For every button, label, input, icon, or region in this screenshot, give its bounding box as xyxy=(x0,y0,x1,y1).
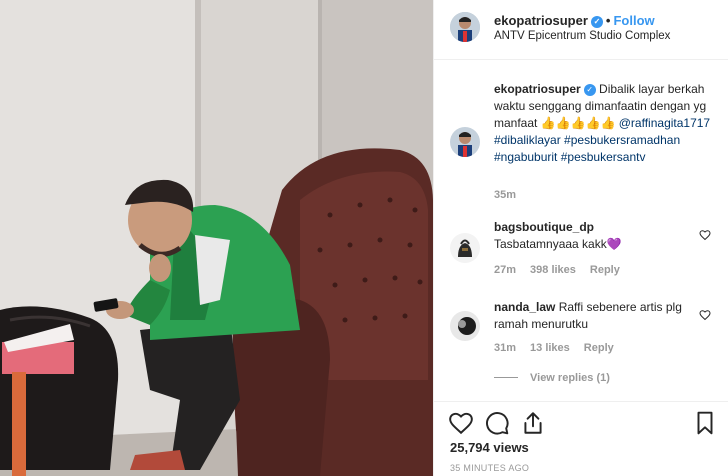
comment-username[interactable]: nanda_law xyxy=(494,300,555,314)
post-header: ekopatriosuper ✓ • Follow ANTV Epicentrum S… xyxy=(434,0,728,60)
comment-likes[interactable]: 13 likes xyxy=(530,342,570,354)
mention-link[interactable]: @raffinagita1717 xyxy=(619,116,710,130)
post-timestamp[interactable]: 35 MINUTES AGO xyxy=(450,463,529,473)
comment-avatar-image xyxy=(450,233,480,263)
heart-icon[interactable] xyxy=(699,309,711,321)
comment-time[interactable]: 31m xyxy=(494,342,516,354)
video-frame xyxy=(0,0,433,476)
heart-icon[interactable] xyxy=(699,229,711,241)
avatar-image xyxy=(450,12,480,42)
views-count[interactable]: 25,794 views xyxy=(450,440,529,455)
verified-icon: ✓ xyxy=(583,84,596,96)
view-replies-label[interactable]: View replies (1) xyxy=(530,372,610,384)
comment-icon[interactable] xyxy=(484,410,510,436)
view-replies-button[interactable]: View replies (1) xyxy=(494,372,610,384)
caption-avatar[interactable] xyxy=(450,127,480,157)
follow-button[interactable]: Follow xyxy=(613,13,654,28)
share-icon[interactable] xyxy=(520,410,546,436)
reply-button[interactable]: Reply xyxy=(590,264,620,276)
comment-avatar-image xyxy=(450,311,480,341)
action-bar: 25,794 views 35 MINUTES AGO xyxy=(434,401,728,476)
comment-avatar[interactable] xyxy=(450,233,480,263)
video-player[interactable] xyxy=(0,0,433,476)
caption-avatar-image xyxy=(450,127,480,157)
comment-likes[interactable]: 398 likes xyxy=(530,264,576,276)
comment-meta: 27m 398 likes Reply xyxy=(494,264,634,276)
replies-divider xyxy=(494,377,518,378)
caption-meta: 35m xyxy=(494,189,530,201)
separator-dot: • xyxy=(605,13,611,28)
comment-avatar[interactable] xyxy=(450,311,480,341)
heart-icon[interactable] xyxy=(448,410,474,436)
verified-icon: ✓ xyxy=(590,16,603,28)
caption: ekopatriosuper ✓ Dibalik layar berkah wak… xyxy=(494,81,714,166)
comment-text: Tasbatamnyaaa kakk💜 xyxy=(494,237,622,251)
post-username[interactable]: ekopatriosuper xyxy=(494,13,588,28)
avatar[interactable] xyxy=(450,12,480,42)
reply-button[interactable]: Reply xyxy=(584,342,614,354)
comment: nanda_law Raffi sebenere artis plg ramah… xyxy=(494,299,714,333)
comments-list[interactable]: ekopatriosuper ✓ Dibalik layar berkah wak… xyxy=(434,61,728,401)
post-panel: ekopatriosuper ✓ • Follow ANTV Epicentrum S… xyxy=(433,0,728,476)
caption-time[interactable]: 35m xyxy=(494,189,516,201)
comment-meta: 31m 13 likes Reply xyxy=(494,342,628,354)
comment-username[interactable]: bagsboutique_dp xyxy=(494,219,714,236)
hashtag-link[interactable]: #ngabuburit xyxy=(494,150,557,164)
hashtag-link[interactable]: #dibaliklayar xyxy=(494,133,561,147)
hashtag-link[interactable]: #pesbukersantv xyxy=(561,150,646,164)
comment-time[interactable]: 27m xyxy=(494,264,516,276)
hashtag-link[interactable]: #pesbukersramadhan xyxy=(564,133,680,147)
bookmark-icon[interactable] xyxy=(692,410,718,436)
caption-username[interactable]: ekopatriosuper xyxy=(494,82,581,96)
comment: bagsboutique_dp Tasbatamnyaaa kakk💜 xyxy=(494,219,714,253)
location-link[interactable]: ANTV Epicentrum Studio Complex xyxy=(494,30,670,42)
